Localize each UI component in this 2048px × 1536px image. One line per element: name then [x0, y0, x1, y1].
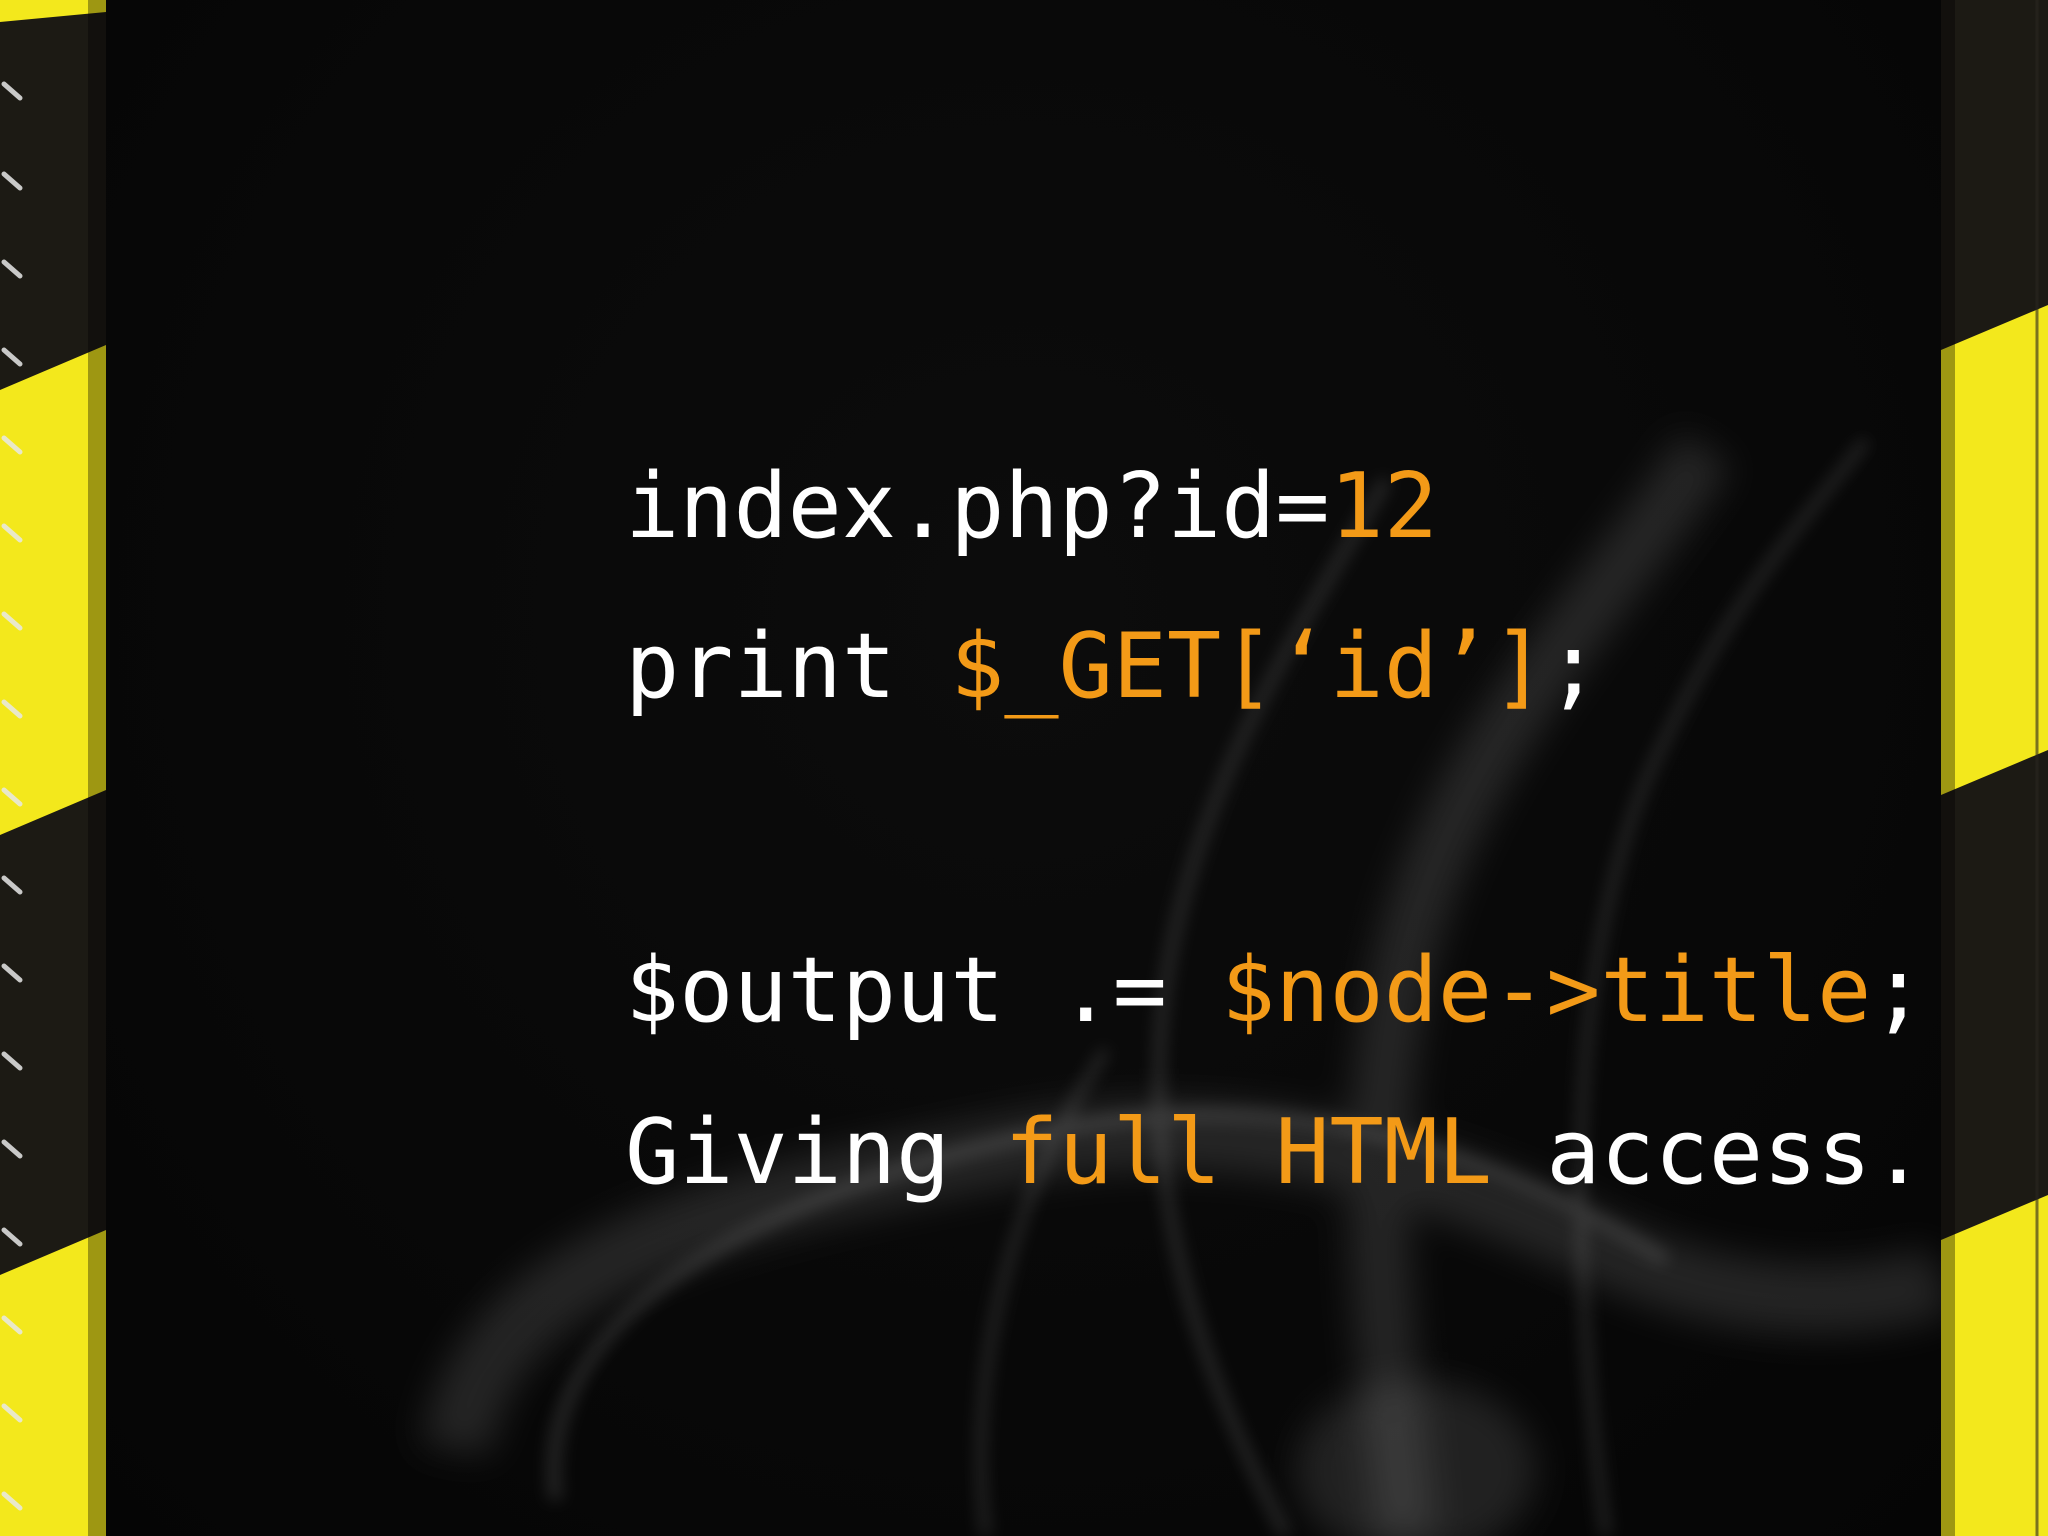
slide: index.php?id=12 print $_GET[‘id’]; $outp… [0, 0, 2048, 1536]
hazard-stripe-left [0, 0, 106, 1536]
code-segment: ; [1546, 614, 1601, 719]
code-line-print: print $_GET[‘id’]; [300, 532, 1600, 802]
code-segment: Giving [625, 1100, 1005, 1205]
code-line-caption: Giving full HTML access. [300, 1018, 1926, 1288]
code-segment: access. [1492, 1100, 1926, 1205]
code-segment: print [625, 614, 951, 719]
code-segment-accent: full HTML [1004, 1100, 1493, 1205]
code-segment-accent: $_GET[‘id’] [950, 614, 1547, 719]
code-panel: index.php?id=12 print $_GET[‘id’]; $outp… [106, 0, 1941, 1536]
hazard-stripe-right [1941, 0, 2048, 1536]
